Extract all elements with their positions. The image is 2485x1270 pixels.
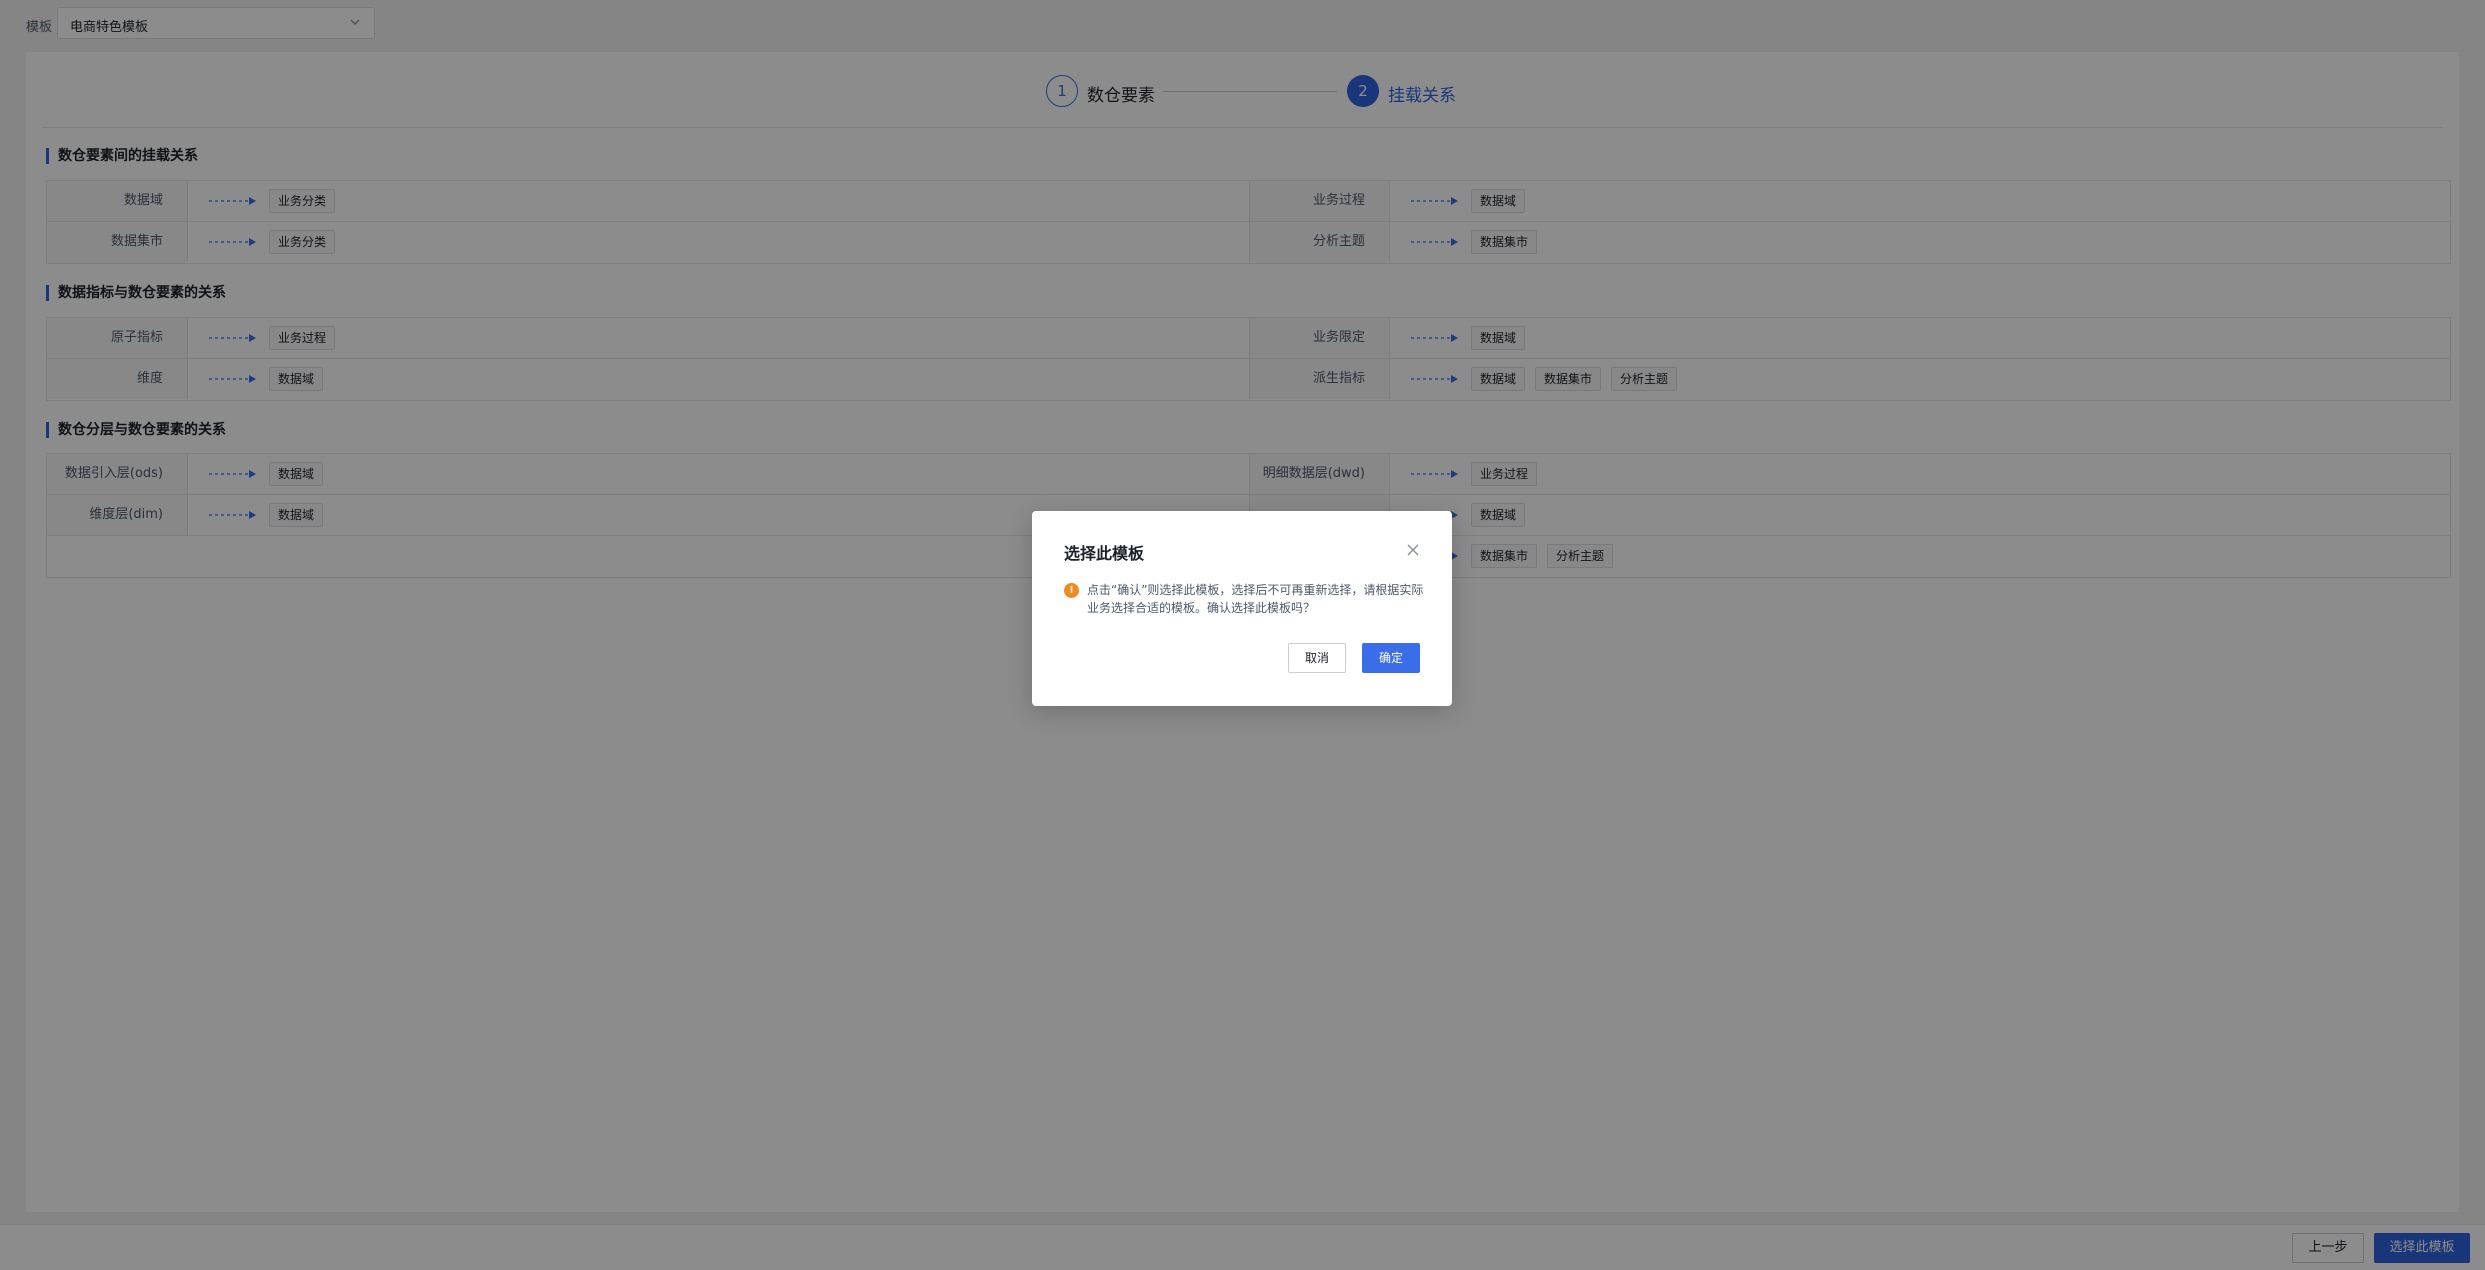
confirm-button[interactable]: 确定 xyxy=(1362,643,1420,673)
dialog-title: 选择此模板 xyxy=(1064,544,1145,563)
close-icon[interactable] xyxy=(1406,543,1420,557)
cancel-button[interactable]: 取消 xyxy=(1288,643,1346,673)
confirm-dialog: 选择此模板 ! 点击“确认”则选择此模板，选择后不可再重新选择，请根据实际业务选… xyxy=(1032,511,1452,706)
dialog-message: 点击“确认”则选择此模板，选择后不可再重新选择，请根据实际业务选择合适的模板。确… xyxy=(1087,583,1424,615)
exclamation-circle-icon: ! xyxy=(1064,583,1079,598)
